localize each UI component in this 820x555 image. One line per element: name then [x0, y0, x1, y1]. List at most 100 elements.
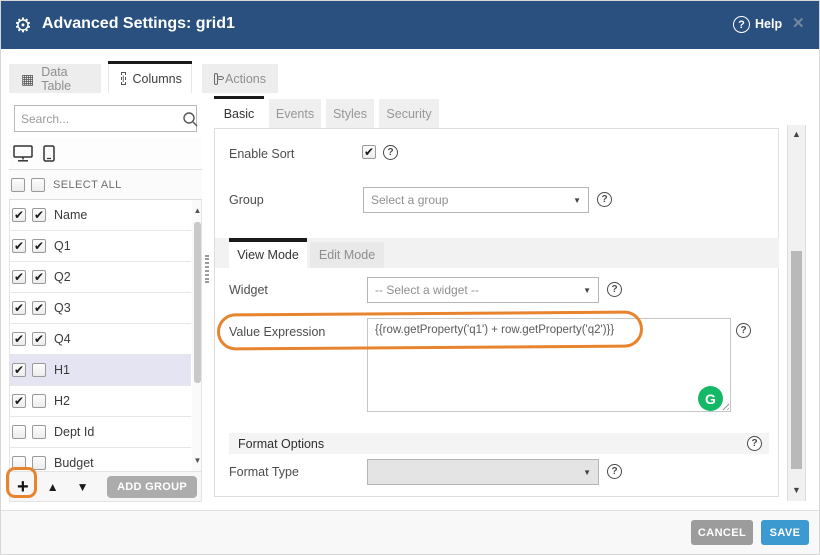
- panel-scrollbar[interactable]: ▲ ▼: [787, 125, 806, 501]
- format-type-select[interactable]: ▼: [367, 459, 599, 485]
- mobile-checkbox[interactable]: [32, 394, 46, 408]
- column-name: Q2: [54, 270, 71, 284]
- cancel-button[interactable]: CANCEL: [691, 520, 753, 545]
- tab-label: Actions: [225, 72, 266, 86]
- mobile-checkbox[interactable]: ✔: [32, 239, 46, 253]
- add-column-button[interactable]: +: [17, 477, 29, 497]
- panel-splitter-handle[interactable]: [205, 255, 209, 283]
- columns-icon: I: [121, 72, 126, 85]
- close-icon[interactable]: ✕: [792, 14, 805, 32]
- tab-label: Columns: [133, 72, 182, 86]
- tab-actions[interactable]: Actions: [202, 64, 278, 93]
- tab-security[interactable]: Security: [379, 99, 439, 128]
- help-icon[interactable]: ?: [733, 16, 750, 33]
- list-scrollbar[interactable]: ▲ ▼: [192, 200, 202, 471]
- scrollbar-thumb[interactable]: [194, 222, 201, 383]
- value-expression-input[interactable]: {{row.getProperty('q1') + row.getPropert…: [367, 318, 731, 412]
- desktop-icon[interactable]: [13, 145, 33, 162]
- tab-label: Security: [386, 107, 431, 121]
- column-row-dept-id[interactable]: Dept Id: [10, 417, 191, 448]
- mobile-checkbox[interactable]: [32, 425, 46, 439]
- column-row-q1[interactable]: ✔ ✔ Q1: [10, 231, 191, 262]
- tab-data-table[interactable]: ▦ Data Table: [9, 64, 101, 93]
- mobile-checkbox[interactable]: [32, 456, 46, 470]
- scroll-up-icon[interactable]: ▲: [788, 129, 805, 139]
- desktop-checkbox[interactable]: ✔: [12, 363, 26, 377]
- column-name: H2: [54, 394, 70, 408]
- desktop-checkbox[interactable]: ✔: [12, 270, 26, 284]
- search-box: [14, 105, 197, 132]
- column-row-budget[interactable]: Budget: [10, 448, 191, 471]
- column-name: Q1: [54, 239, 71, 253]
- tab-view-mode[interactable]: View Mode: [229, 242, 307, 268]
- device-toggle-row: [9, 138, 202, 170]
- column-list-toolbar: + ▲ ▼ ADD GROUP: [9, 471, 202, 502]
- group-help-icon[interactable]: ?: [597, 192, 612, 207]
- column-name: Budget: [54, 456, 94, 470]
- scrollbar-thumb[interactable]: [791, 251, 802, 469]
- mobile-checkbox[interactable]: ✔: [32, 208, 46, 222]
- tab-events[interactable]: Events: [269, 99, 321, 128]
- desktop-checkbox[interactable]: [12, 456, 26, 470]
- desktop-checkbox[interactable]: ✔: [12, 208, 26, 222]
- format-options-help-icon[interactable]: ?: [747, 436, 762, 451]
- group-select-value: Select a group: [364, 193, 573, 207]
- desktop-checkbox[interactable]: ✔: [12, 239, 26, 253]
- select-all-desktop-checkbox[interactable]: [11, 178, 25, 192]
- tab-columns[interactable]: I Columns: [108, 64, 192, 93]
- desktop-checkbox[interactable]: ✔: [12, 394, 26, 408]
- group-select[interactable]: Select a group ▼: [363, 187, 589, 213]
- search-input[interactable]: [15, 112, 182, 126]
- mobile-checkbox[interactable]: ✔: [32, 301, 46, 315]
- widget-select-value: -- Select a widget --: [368, 283, 583, 297]
- tab-styles[interactable]: Styles: [326, 99, 374, 128]
- column-row-h1[interactable]: ✔ H1: [10, 355, 191, 386]
- value-expression-help-icon[interactable]: ?: [736, 323, 751, 338]
- widget-select[interactable]: -- Select a widget -- ▼: [367, 277, 599, 303]
- column-name: H1: [54, 363, 70, 377]
- column-row-name[interactable]: ✔ ✔ Name: [10, 200, 191, 231]
- actions-icon: [214, 73, 218, 85]
- move-up-button[interactable]: ▲: [47, 480, 59, 494]
- scroll-down-icon[interactable]: ▼: [788, 485, 805, 495]
- format-type-help-icon[interactable]: ?: [607, 464, 622, 479]
- mobile-icon[interactable]: [43, 145, 55, 162]
- column-list: ✔ ✔ Name ✔ ✔ Q1 ✔ ✔ Q2 ✔ ✔ Q3 ✔ ✔ Q4 ✔ H…: [9, 200, 202, 471]
- enable-sort-help-icon[interactable]: ?: [383, 145, 398, 160]
- column-row-q3[interactable]: ✔ ✔ Q3: [10, 293, 191, 324]
- tab-label: Events: [276, 107, 314, 121]
- mobile-checkbox[interactable]: ✔: [32, 332, 46, 346]
- save-button[interactable]: SAVE: [761, 520, 809, 545]
- scroll-up-icon[interactable]: ▲: [192, 206, 202, 215]
- mobile-checkbox[interactable]: [32, 363, 46, 377]
- column-row-h2[interactable]: ✔ H2: [10, 386, 191, 417]
- advanced-settings-dialog: ⚙ Advanced Settings: grid1 ? Help ✕ ▦ Da…: [0, 0, 820, 555]
- dialog-title: Advanced Settings: grid1: [42, 15, 235, 33]
- select-all-mobile-checkbox[interactable]: [31, 178, 45, 192]
- tab-edit-mode[interactable]: Edit Mode: [310, 242, 384, 268]
- desktop-checkbox[interactable]: ✔: [12, 301, 26, 315]
- help-link[interactable]: Help: [755, 17, 782, 31]
- format-options-section: Format Options: [229, 433, 769, 454]
- scroll-down-icon[interactable]: ▼: [192, 456, 202, 465]
- select-all-row: SELECT ALL: [9, 170, 202, 200]
- add-group-button[interactable]: ADD GROUP: [107, 476, 197, 498]
- enable-sort-label: Enable Sort: [229, 147, 294, 161]
- move-down-button[interactable]: ▼: [77, 480, 89, 494]
- column-row-q4[interactable]: ✔ ✔ Q4: [10, 324, 191, 355]
- column-name: Q3: [54, 301, 71, 315]
- desktop-checkbox[interactable]: ✔: [12, 332, 26, 346]
- chevron-down-icon: ▼: [583, 286, 598, 295]
- enable-sort-checkbox[interactable]: ✔: [362, 145, 376, 159]
- column-row-q2[interactable]: ✔ ✔ Q2: [10, 262, 191, 293]
- column-name: Dept Id: [54, 425, 94, 439]
- widget-help-icon[interactable]: ?: [607, 282, 622, 297]
- grammarly-icon[interactable]: G: [698, 386, 723, 411]
- tab-basic[interactable]: Basic: [214, 99, 264, 128]
- select-all-label: SELECT ALL: [53, 179, 122, 191]
- tab-label: View Mode: [237, 248, 299, 262]
- search-icon[interactable]: [182, 111, 198, 127]
- tab-label: Data Table: [41, 65, 89, 93]
- mobile-checkbox[interactable]: ✔: [32, 270, 46, 284]
- desktop-checkbox[interactable]: [12, 425, 26, 439]
